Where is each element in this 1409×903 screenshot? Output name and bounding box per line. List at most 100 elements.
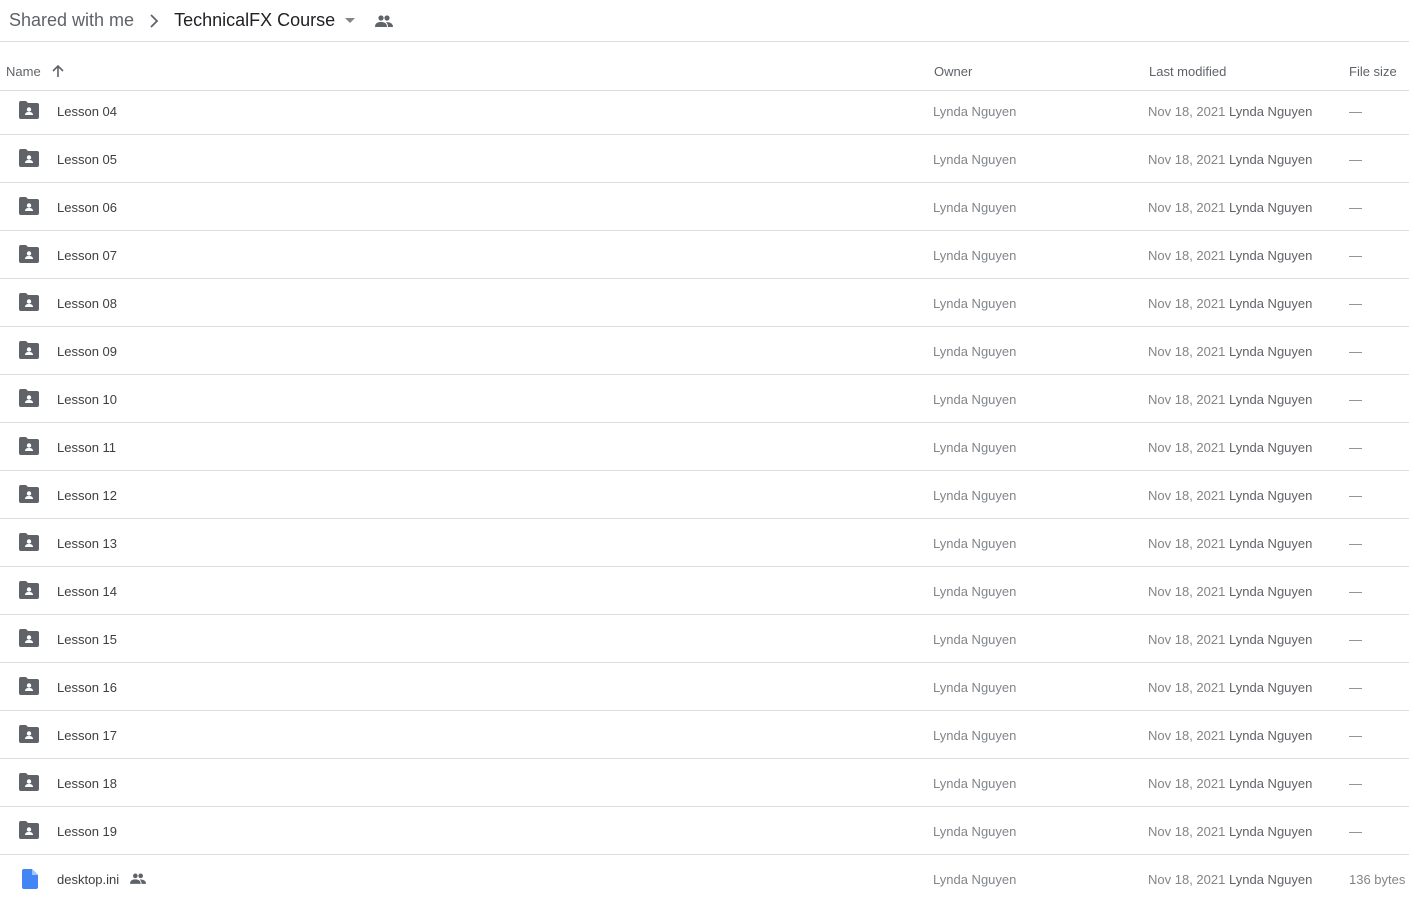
item-owner: Lynda Nguyen: [933, 248, 1017, 263]
item-name[interactable]: Lesson 09: [57, 344, 117, 359]
column-header-owner[interactable]: Owner: [934, 64, 972, 79]
folder-row[interactable]: Lesson 09 Lynda Nguyen Nov 18, 2021 Lynda N…: [0, 327, 1409, 375]
item-modified-by: Lynda Nguyen: [1229, 728, 1313, 743]
column-header-name[interactable]: Name: [6, 64, 41, 79]
item-owner: Lynda Nguyen: [933, 392, 1017, 407]
column-header-last-modified[interactable]: Last modified: [1149, 64, 1226, 79]
shared-folder-icon: [19, 773, 39, 793]
item-file-size: —: [1349, 632, 1362, 647]
item-modified-by: Lynda Nguyen: [1229, 632, 1313, 647]
column-header-file-size[interactable]: File size: [1349, 64, 1397, 79]
shared-folder-icon: [19, 341, 39, 361]
breadcrumb-bar: Shared with me TechnicalFX Course: [0, 0, 1409, 42]
item-file-size: —: [1349, 392, 1362, 407]
folder-row[interactable]: Lesson 10 Lynda Nguyen Nov 18, 2021 Lynda N…: [0, 375, 1409, 423]
item-file-size: —: [1349, 680, 1362, 695]
folder-row[interactable]: Lesson 17 Lynda Nguyen Nov 18, 2021 Lynda N…: [0, 711, 1409, 759]
item-name[interactable]: desktop.ini: [57, 872, 119, 887]
item-modified-date: Nov 18, 2021: [1148, 488, 1226, 503]
item-modified-by: Lynda Nguyen: [1229, 584, 1313, 599]
item-file-size: —: [1349, 440, 1362, 455]
item-name[interactable]: Lesson 13: [57, 536, 117, 551]
item-owner: Lynda Nguyen: [933, 872, 1017, 887]
folder-menu-dropdown-icon[interactable]: [345, 17, 356, 24]
folder-row[interactable]: Lesson 18 Lynda Nguyen Nov 18, 2021 Lynda N…: [0, 759, 1409, 807]
item-file-size: —: [1349, 200, 1362, 215]
folder-row[interactable]: Lesson 07 Lynda Nguyen Nov 18, 2021 Lynda N…: [0, 231, 1409, 279]
folder-row[interactable]: Lesson 04 Lynda Nguyen Nov 18, 2021 Lynda N…: [0, 87, 1409, 135]
item-modified-date: Nov 18, 2021: [1148, 632, 1226, 647]
folder-row[interactable]: Lesson 12 Lynda Nguyen Nov 18, 2021 Lynda N…: [0, 471, 1409, 519]
item-modified-by: Lynda Nguyen: [1229, 824, 1313, 839]
shared-folder-icon: [19, 389, 39, 409]
item-modified-date: Nov 18, 2021: [1148, 392, 1226, 407]
shared-folder-icon: [19, 485, 39, 505]
item-owner: Lynda Nguyen: [933, 776, 1017, 791]
item-file-size: —: [1349, 824, 1362, 839]
item-file-size: 136 bytes: [1349, 872, 1406, 887]
item-name[interactable]: Lesson 18: [57, 776, 117, 791]
folder-row[interactable]: Lesson 19 Lynda Nguyen Nov 18, 2021 Lynda N…: [0, 807, 1409, 855]
item-name[interactable]: Lesson 08: [57, 296, 117, 311]
item-file-size: —: [1349, 296, 1362, 311]
item-owner: Lynda Nguyen: [933, 296, 1017, 311]
item-owner: Lynda Nguyen: [933, 536, 1017, 551]
item-modified-date: Nov 18, 2021: [1148, 104, 1226, 119]
item-name[interactable]: Lesson 04: [57, 104, 117, 119]
breadcrumb-current-folder[interactable]: TechnicalFX Course: [174, 10, 335, 31]
item-owner: Lynda Nguyen: [933, 344, 1017, 359]
shared-folder-icon: [19, 197, 39, 217]
item-modified-by: Lynda Nguyen: [1229, 344, 1313, 359]
item-name[interactable]: Lesson 11: [57, 440, 116, 455]
file-list: Lesson 04 Lynda Nguyen Nov 18, 2021 Lynda N…: [0, 87, 1409, 903]
shared-folder-icon: [19, 629, 39, 649]
item-modified-date: Nov 18, 2021: [1148, 776, 1226, 791]
item-modified-date: Nov 18, 2021: [1148, 440, 1226, 455]
shared-folder-icon: [19, 101, 39, 121]
shared-folder-icon: [19, 293, 39, 313]
item-file-size: —: [1349, 104, 1362, 119]
document-file-icon: [22, 869, 42, 889]
item-name[interactable]: Lesson 12: [57, 488, 117, 503]
folder-row[interactable]: Lesson 11 Lynda Nguyen Nov 18, 2021 Lynda N…: [0, 423, 1409, 471]
shared-folder-icon: [19, 677, 39, 697]
shared-people-icon[interactable]: [375, 14, 394, 27]
shared-folder-icon: [19, 245, 39, 265]
item-modified-date: Nov 18, 2021: [1148, 200, 1226, 215]
item-name[interactable]: Lesson 15: [57, 632, 117, 647]
item-modified-date: Nov 18, 2021: [1148, 824, 1226, 839]
item-name[interactable]: Lesson 19: [57, 824, 117, 839]
breadcrumb-shared-with-me[interactable]: Shared with me: [9, 10, 134, 31]
folder-row[interactable]: Lesson 05 Lynda Nguyen Nov 18, 2021 Lynda N…: [0, 135, 1409, 183]
folder-row[interactable]: Lesson 15 Lynda Nguyen Nov 18, 2021 Lynda N…: [0, 615, 1409, 663]
shared-people-icon: [130, 872, 146, 887]
item-modified-by: Lynda Nguyen: [1229, 536, 1313, 551]
column-header-row: Name Owner Last modified File size: [0, 43, 1409, 91]
item-modified-by: Lynda Nguyen: [1229, 872, 1313, 887]
shared-folder-icon: [19, 725, 39, 745]
item-name[interactable]: Lesson 07: [57, 248, 117, 263]
folder-row[interactable]: Lesson 08 Lynda Nguyen Nov 18, 2021 Lynda N…: [0, 279, 1409, 327]
item-owner: Lynda Nguyen: [933, 728, 1017, 743]
item-owner: Lynda Nguyen: [933, 488, 1017, 503]
item-name[interactable]: Lesson 10: [57, 392, 117, 407]
shared-folder-icon: [19, 581, 39, 601]
sort-ascending-arrow-icon[interactable]: [51, 64, 65, 81]
item-owner: Lynda Nguyen: [933, 584, 1017, 599]
item-name[interactable]: Lesson 06: [57, 200, 117, 215]
folder-row[interactable]: Lesson 14 Lynda Nguyen Nov 18, 2021 Lynda N…: [0, 567, 1409, 615]
folder-row[interactable]: Lesson 13 Lynda Nguyen Nov 18, 2021 Lynda N…: [0, 519, 1409, 567]
item-file-size: —: [1349, 776, 1362, 791]
folder-row[interactable]: Lesson 16 Lynda Nguyen Nov 18, 2021 Lynda N…: [0, 663, 1409, 711]
folder-row[interactable]: Lesson 06 Lynda Nguyen Nov 18, 2021 Lynda N…: [0, 183, 1409, 231]
item-owner: Lynda Nguyen: [933, 200, 1017, 215]
item-modified-date: Nov 18, 2021: [1148, 152, 1226, 167]
item-name[interactable]: Lesson 17: [57, 728, 117, 743]
item-modified-date: Nov 18, 2021: [1148, 728, 1226, 743]
item-name[interactable]: Lesson 05: [57, 152, 117, 167]
item-file-size: —: [1349, 584, 1362, 599]
item-modified-by: Lynda Nguyen: [1229, 296, 1313, 311]
item-name[interactable]: Lesson 14: [57, 584, 117, 599]
chevron-right-icon: [134, 13, 174, 28]
item-name[interactable]: Lesson 16: [57, 680, 117, 695]
